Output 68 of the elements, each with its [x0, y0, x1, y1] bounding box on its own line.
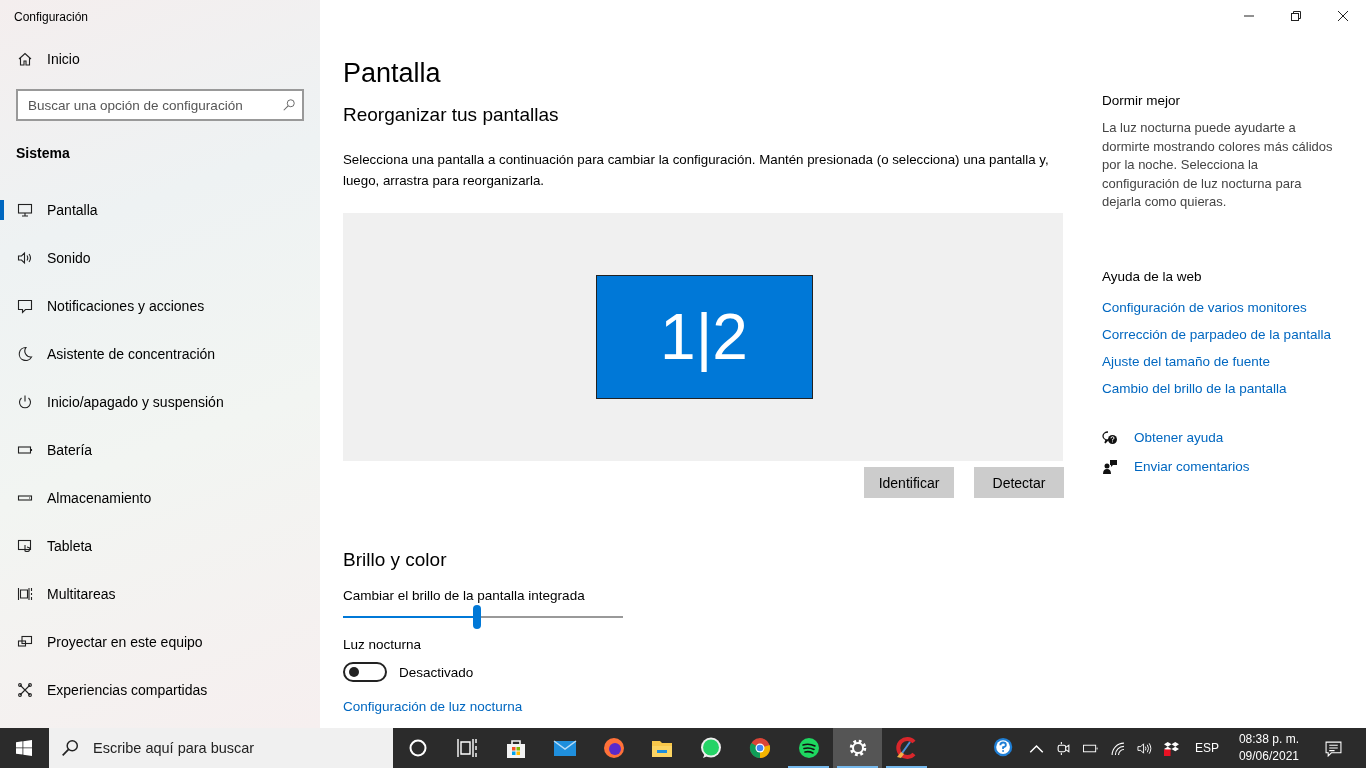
section-heading: Reorganizar tus pantallas [343, 103, 560, 127]
aside-text: La luz nocturna puede ayudarte a dormirte mostrando colores más cálidos por la noche. Selecciona la configuración de luz nocturna para dejarla como quieras. [1102, 119, 1334, 212]
firefox-icon[interactable] [601, 736, 626, 760]
power-icon [17, 394, 33, 410]
home-icon [17, 51, 33, 67]
help-chat-icon [1102, 429, 1118, 446]
volume-icon[interactable] [1136, 740, 1152, 756]
identify-button[interactable]: Identificar [864, 467, 954, 498]
language-indicator[interactable]: ESP [1194, 741, 1219, 755]
whatsapp-icon[interactable] [699, 736, 724, 760]
search-icon [61, 739, 79, 757]
wifi-icon[interactable] [1109, 740, 1125, 756]
sidebar-item[interactable]: Asistente de concentración [0, 330, 320, 378]
slider-thumb[interactable] [473, 605, 482, 629]
camera-icon[interactable] [1055, 740, 1071, 756]
windows-start-icon[interactable] [16, 740, 32, 756]
detect-button[interactable]: Detectar [974, 467, 1064, 498]
taskbar-search-field[interactable]: Escribe aquí para buscar [49, 728, 393, 768]
display-icon [17, 202, 33, 218]
dropbox-icon[interactable] [1163, 740, 1179, 756]
multitask-icon [17, 586, 33, 602]
shared-icon [17, 682, 33, 698]
aside-heading: Ayuda de la web [1102, 268, 1202, 284]
search-field[interactable]: Buscar una opción de configuración [16, 89, 304, 121]
feedback-person-icon [1102, 458, 1118, 475]
notification-icon[interactable] [1325, 739, 1342, 757]
description-text: Selecciona una pantalla a continuación para cambiar la configuración. Mantén presionada (o selecciona) una pantalla y, luego, arrastra para reorganizarla. [343, 151, 1050, 190]
help-link[interactable]: Configuración de varios monitores [1102, 293, 1307, 321]
sidebar-item[interactable]: Tableta [0, 522, 320, 570]
notifications-icon [17, 298, 33, 314]
sidebar-item[interactable]: Inicio/apagado y suspensión [0, 378, 320, 426]
window-title: Configuración [13, 9, 90, 26]
help-link[interactable]: Corrección de parpadeo de la pantalla [1102, 320, 1331, 348]
sidebar-item[interactable]: Sonido [0, 234, 320, 282]
setting-label: Luz nocturna [343, 637, 423, 652]
section-heading: Sistema [15, 144, 71, 163]
aside-heading: Dormir mejor [1102, 93, 1180, 108]
action-link[interactable]: Enviar comentarios [1134, 459, 1250, 475]
search-icon [282, 98, 296, 112]
clock[interactable]: 08:38 p. m. 09/06/2021 [1238, 731, 1299, 765]
monitor-tile[interactable]: 1|2 [595, 275, 813, 399]
project-icon [17, 634, 33, 650]
restore-icon[interactable] [1291, 11, 1301, 21]
chrome-icon[interactable] [747, 736, 772, 760]
tablet-icon [17, 538, 33, 554]
spotify-icon[interactable] [796, 736, 821, 760]
sidebar-item[interactable]: Proyectar en este equipo [0, 618, 320, 666]
toggle-switch[interactable] [343, 662, 387, 682]
close-icon[interactable] [1338, 11, 1348, 21]
help-link[interactable]: Ajuste del tamaño de fuente [1102, 347, 1271, 375]
sidebar-item[interactable]: Batería [0, 426, 320, 474]
sidebar-item[interactable]: Almacenamiento [0, 474, 320, 522]
sidebar-item[interactable]: Multitareas [0, 570, 320, 618]
taskview-icon[interactable] [455, 736, 480, 760]
sound-icon [17, 250, 33, 266]
sidebar-item[interactable]: Experiencias compartidas [0, 666, 320, 714]
sidebar-item[interactable]: Notificaciones y acciones [0, 282, 320, 330]
section-heading: Brillo y color [343, 548, 448, 572]
moon-icon [17, 346, 33, 362]
night-light-link[interactable]: Configuración de luz nocturna [343, 699, 523, 714]
help-icon[interactable] [992, 737, 1015, 759]
help-link[interactable]: Cambio del brillo de la pantalla [1102, 374, 1287, 402]
page-title: Pantalla [343, 57, 442, 90]
home-link[interactable]: Inicio [0, 35, 320, 83]
toggle-state: Desactivado [399, 664, 474, 680]
action-link[interactable]: Obtener ayuda [1134, 430, 1224, 446]
slider-label: Cambiar el brillo de la pantalla integrada [343, 588, 586, 603]
sidebar-item[interactable]: Pantalla [0, 186, 320, 234]
